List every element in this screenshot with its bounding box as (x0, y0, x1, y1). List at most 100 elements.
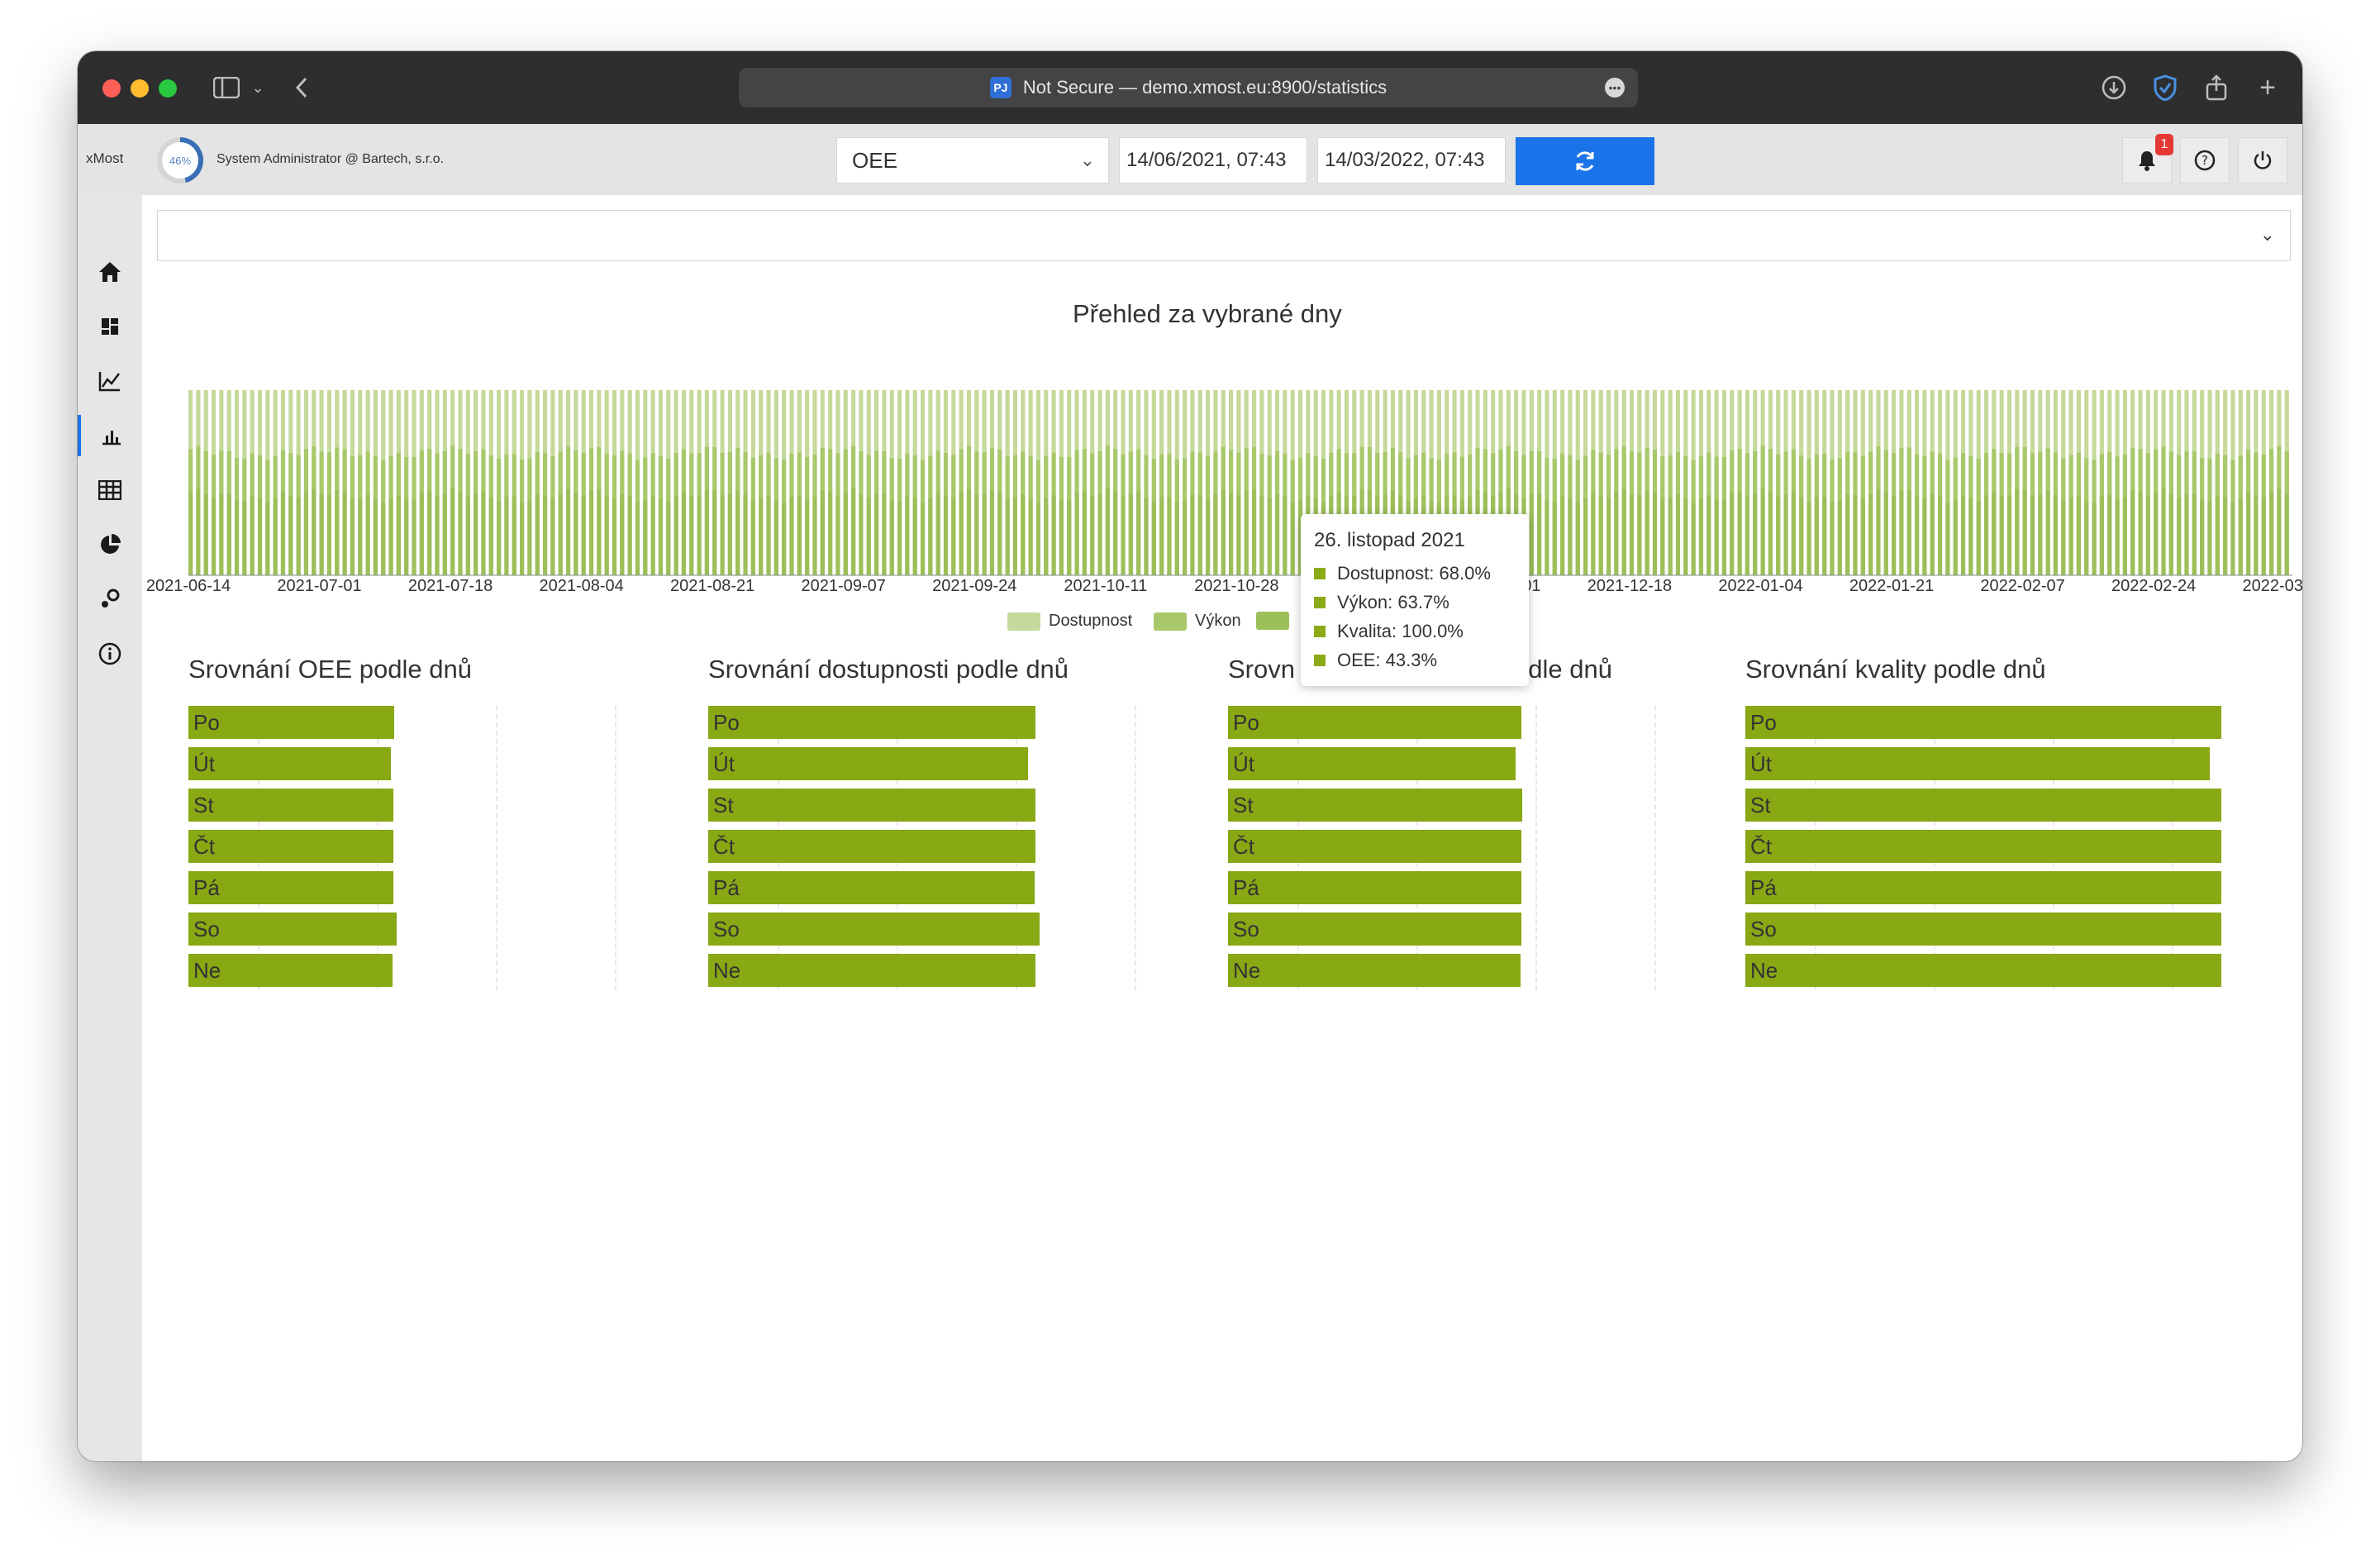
bar-kvalita[interactable] (1290, 502, 1295, 575)
bar-út[interactable]: Út (1745, 747, 2211, 780)
bar-ne[interactable]: Ne (708, 954, 1035, 987)
bar-kvalita[interactable] (312, 488, 317, 575)
bar-kvalita[interactable] (2284, 493, 2289, 575)
bar-čt[interactable]: Čt (708, 830, 1036, 863)
bar-kvalita[interactable] (1783, 493, 1788, 575)
bar-kvalita[interactable] (1267, 498, 1272, 575)
bar-kvalita[interactable] (1892, 495, 1897, 575)
bar-kvalita[interactable] (697, 495, 702, 575)
bar-kvalita[interactable] (1960, 495, 1966, 575)
bar-kvalita[interactable] (1082, 491, 1087, 575)
bar-kvalita[interactable] (1999, 495, 2004, 575)
bar-kvalita[interactable] (797, 495, 802, 575)
bar-kvalita[interactable] (1144, 498, 1149, 576)
bar-kvalita[interactable] (1591, 493, 1596, 575)
bar-kvalita[interactable] (1876, 488, 1881, 575)
bar-kvalita[interactable] (1645, 490, 1649, 575)
bar-kvalita[interactable] (1868, 493, 1873, 575)
bar-po[interactable]: Po (1228, 706, 1521, 739)
bar-kvalita[interactable] (2107, 494, 2112, 575)
share-icon[interactable] (2202, 73, 2231, 102)
bar-kvalita[interactable] (2053, 495, 2059, 575)
bar-kvalita[interactable] (435, 496, 440, 575)
bar-kvalita[interactable] (2269, 491, 2274, 575)
bar-kvalita[interactable] (643, 500, 648, 575)
bar-kvalita[interactable] (1051, 495, 1056, 575)
close-window-button[interactable] (102, 79, 121, 98)
bar-kvalita[interactable] (620, 493, 625, 575)
bar-pá[interactable]: Pá (188, 871, 393, 904)
bar-kvalita[interactable] (2030, 495, 2035, 575)
bar-chart-icon[interactable] (78, 415, 142, 456)
bar-kvalita[interactable] (358, 498, 363, 575)
pie-chart-icon[interactable] (78, 524, 142, 565)
download-icon[interactable] (2099, 73, 2129, 102)
bar-kvalita[interactable] (1213, 493, 1218, 575)
bar-kvalita[interactable] (1598, 495, 1603, 575)
bar-kvalita[interactable] (1945, 502, 1950, 575)
bar-kvalita[interactable] (2138, 491, 2143, 575)
bar-kvalita[interactable] (419, 493, 424, 575)
bar-kvalita[interactable] (412, 499, 416, 575)
address-bar[interactable]: PJ Not Secure — demo.xmost.eu:8900/stati… (739, 68, 1638, 107)
bar-kvalita[interactable] (365, 494, 370, 575)
bar-kvalita[interactable] (1968, 498, 1973, 575)
bar-kvalita[interactable] (2099, 496, 2104, 575)
bar-kvalita[interactable] (689, 495, 694, 575)
bar-kvalita[interactable] (1992, 491, 1997, 575)
help-button[interactable]: ? (2180, 137, 2230, 183)
bar-kvalita[interactable] (188, 492, 193, 575)
bar-kvalita[interactable] (889, 500, 894, 575)
bar-kvalita[interactable] (335, 489, 340, 575)
bar-kvalita[interactable] (712, 489, 717, 575)
bar-kvalita[interactable] (2161, 488, 2166, 575)
bar-kvalita[interactable] (766, 495, 771, 575)
bar-kvalita[interactable] (782, 502, 787, 575)
bar-kvalita[interactable] (1244, 490, 1249, 575)
bar-kvalita[interactable] (1737, 491, 1742, 575)
bar-kvalita[interactable] (1005, 498, 1010, 575)
bar-kvalita[interactable] (658, 498, 664, 575)
info-icon[interactable] (78, 633, 142, 674)
bar-kvalita[interactable] (1814, 497, 1819, 575)
chevron-down-icon[interactable]: ⌄ (250, 73, 266, 102)
bar-pá[interactable]: Pá (708, 871, 1035, 904)
bar-kvalita[interactable] (1167, 496, 1172, 575)
bar-kvalita[interactable] (1675, 494, 1681, 575)
bar-kvalita[interactable] (2230, 502, 2235, 575)
bar-kvalita[interactable] (1012, 498, 1018, 575)
bar-kvalita[interactable] (450, 488, 455, 575)
bar-kvalita[interactable] (2038, 494, 2043, 575)
bar-út[interactable]: Út (708, 747, 1029, 780)
bar-čt[interactable]: Čt (188, 830, 394, 863)
bar-kvalita[interactable] (2277, 488, 2282, 575)
bar-kvalita[interactable] (1283, 496, 1288, 575)
bar-kvalita[interactable] (1668, 498, 1673, 575)
bar-kvalita[interactable] (2022, 489, 2027, 575)
bar-kvalita[interactable] (2015, 489, 2020, 575)
bar-kvalita[interactable] (1206, 498, 1211, 575)
bar-kvalita[interactable] (350, 498, 355, 575)
bar-kvalita[interactable] (1938, 496, 1943, 575)
bar-kvalita[interactable] (2122, 497, 2127, 575)
bar-ne[interactable]: Ne (1745, 954, 2221, 987)
bar-st[interactable]: St (1745, 789, 2221, 822)
bar-kvalita[interactable] (997, 492, 1002, 575)
bar-kvalita[interactable] (2045, 490, 2050, 575)
bar-kvalita[interactable] (727, 494, 732, 575)
bar-kvalita[interactable] (635, 502, 640, 575)
bar-kvalita[interactable] (1791, 492, 1796, 575)
bar-kvalita[interactable] (1930, 493, 1935, 575)
bar-kvalita[interactable] (1059, 499, 1064, 575)
bar-kvalita[interactable] (1853, 494, 1858, 575)
sidebar-toggle-icon[interactable] (210, 73, 243, 102)
bar-kvalita[interactable] (2145, 495, 2150, 575)
bar-kvalita[interactable] (1660, 498, 1665, 575)
bar-kvalita[interactable] (527, 500, 532, 575)
bar-kvalita[interactable] (319, 493, 324, 575)
bar-kvalita[interactable] (812, 497, 817, 575)
bar-kvalita[interactable] (1915, 496, 1920, 575)
zoom-window-button[interactable] (159, 79, 177, 98)
bar-ne[interactable]: Ne (188, 954, 393, 987)
bar-kvalita[interactable] (1837, 500, 1842, 575)
